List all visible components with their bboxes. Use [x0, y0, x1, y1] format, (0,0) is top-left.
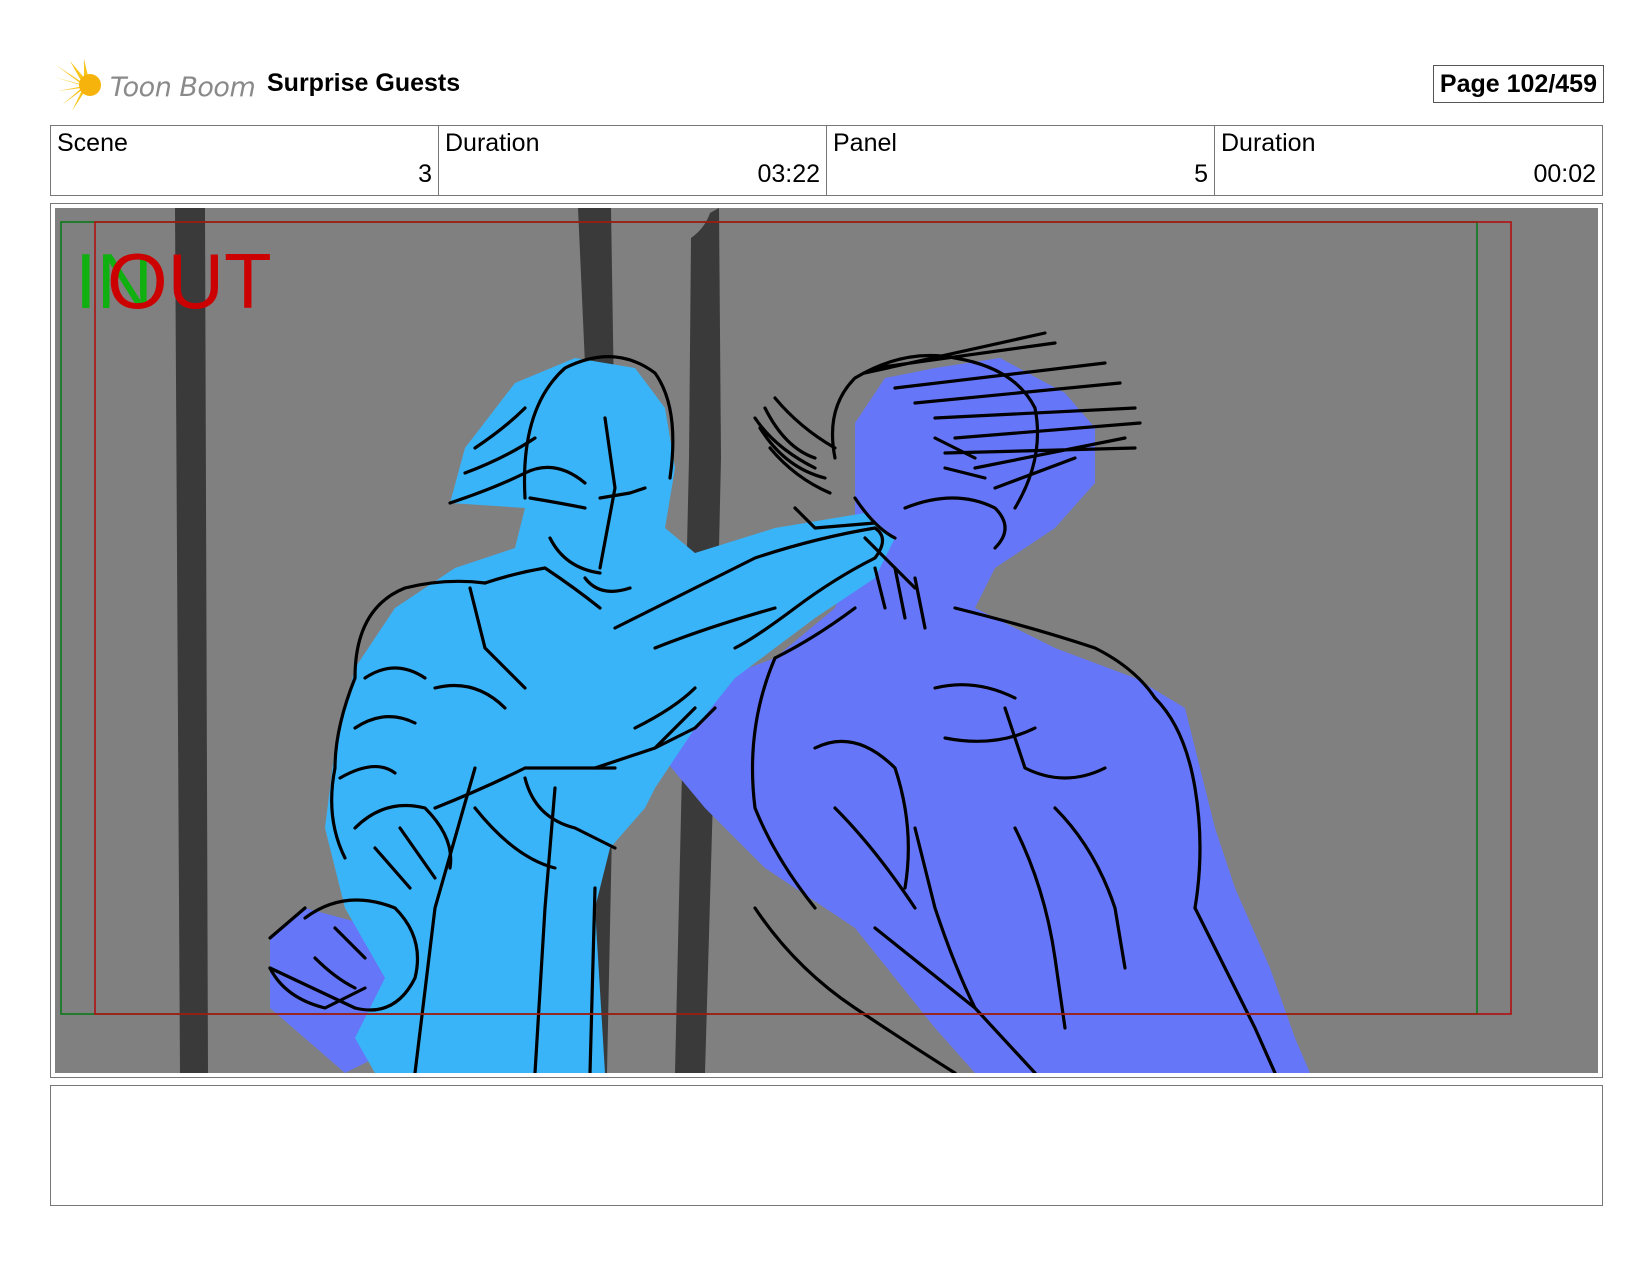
logo-text: Toon Boom	[110, 72, 256, 103]
starburst-logo-icon	[54, 59, 101, 111]
panel-cell: Panel 5	[827, 126, 1215, 195]
scene-duration-value: 03:22	[757, 160, 820, 188]
scene-value: 3	[418, 160, 432, 188]
panel-label: Panel	[833, 129, 897, 157]
scene-cell: Scene 3	[51, 126, 439, 195]
page-number: Page 102/459	[1432, 65, 1604, 103]
panel-image-frame: IN OUT	[50, 203, 1603, 1078]
panel-duration-label: Duration	[1221, 129, 1316, 157]
toon-boom-logo: Toon Boom	[54, 59, 256, 113]
out-marker: OUT	[107, 237, 272, 325]
panel-value: 5	[1194, 160, 1208, 188]
storyboard-drawing: IN OUT	[55, 208, 1598, 1073]
panel-duration-cell: Duration 00:02	[1215, 126, 1602, 195]
project-title: Surprise Guests	[267, 69, 461, 97]
scene-duration-cell: Duration 03:22	[439, 126, 827, 195]
panel-notes-box	[50, 1085, 1603, 1206]
scene-info-table: Scene 3 Duration 03:22 Panel 5 Duration …	[50, 125, 1603, 196]
scene-duration-label: Duration	[445, 129, 540, 157]
panel-duration-value: 00:02	[1533, 160, 1596, 188]
storyboard-header: Toon Boom Surprise Guests Page 102/459	[50, 55, 1604, 115]
scene-label: Scene	[57, 129, 128, 157]
